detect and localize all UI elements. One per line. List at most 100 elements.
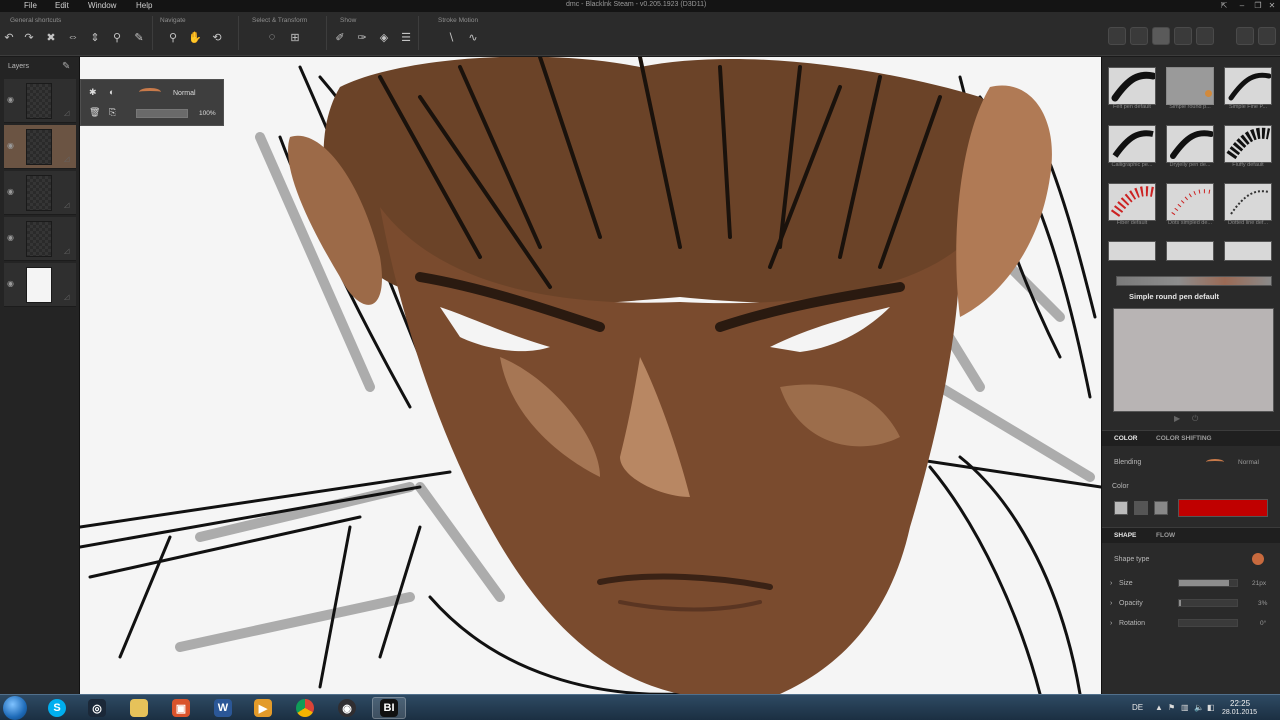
blend-toggle-icon[interactable]: ◐ <box>109 87 114 97</box>
lasso-select-icon[interactable]: ◌ <box>265 30 279 44</box>
brush-tool-icon[interactable] <box>1130 27 1148 45</box>
preset-calligraphic-pen[interactable] <box>1108 125 1156 163</box>
transform-icon[interactable]: ⊞ <box>288 30 302 44</box>
layer-options-icon[interactable]: ◿ <box>64 155 69 163</box>
media-player-icon[interactable]: ▶ <box>246 697 280 719</box>
brush-icon[interactable]: ✎ <box>132 30 146 44</box>
layer-options-icon[interactable]: ◿ <box>64 293 69 301</box>
current-color-swatch[interactable] <box>1178 499 1268 517</box>
show-layers-icon[interactable]: ◈ <box>377 30 391 44</box>
power-icon[interactable]: ⏻ <box>1192 414 1198 424</box>
tray-network-icon[interactable]: ▥ <box>1181 703 1189 712</box>
preset-partial[interactable] <box>1224 241 1272 261</box>
sparkle-icon[interactable]: ✱ <box>89 87 97 98</box>
tray-flag-icon[interactable]: ⚑ <box>1168 703 1175 712</box>
undo-icon[interactable]: ↶ <box>2 30 16 44</box>
shape-type-icon[interactable] <box>1252 553 1264 565</box>
eraser-tool-icon[interactable] <box>1236 27 1254 45</box>
merge-layer-icon[interactable]: ⎘ <box>109 107 116 118</box>
tab-flow[interactable]: FLOW <box>1156 532 1175 539</box>
preset-partial[interactable] <box>1108 241 1156 261</box>
preset-felt-pen[interactable] <box>1108 67 1156 105</box>
word-icon[interactable]: W <box>206 697 240 719</box>
color-swatch-grey[interactable] <box>1114 501 1128 515</box>
stroke-straight-icon[interactable]: ∖ <box>444 30 458 44</box>
tab-color-shifting[interactable]: COLOR SHIFTING <box>1156 435 1212 442</box>
flip-horizontal-icon[interactable]: ⇔ <box>66 30 80 44</box>
round-brush-tool-icon[interactable] <box>1152 27 1170 45</box>
opacity-expand-icon[interactable]: › <box>1110 600 1112 607</box>
preset-simple-round-pen[interactable] <box>1166 67 1214 105</box>
tab-color[interactable]: COLOR <box>1114 435 1137 442</box>
tray-app-icon[interactable]: ◧ <box>1207 703 1215 712</box>
preset-fiber[interactable] <box>1108 183 1156 221</box>
restore-window-icon[interactable]: ⇱ <box>1216 0 1232 11</box>
menu-help[interactable]: Help <box>136 1 152 10</box>
rotate-view-icon[interactable]: ⟲ <box>210 30 224 44</box>
opacity-slider-brush[interactable] <box>1178 599 1238 607</box>
steam-icon[interactable]: ◎ <box>80 697 114 719</box>
menu-file[interactable]: File <box>24 1 37 10</box>
preset-partial[interactable] <box>1166 241 1214 261</box>
smudge-tool-icon[interactable] <box>1174 27 1192 45</box>
airbrush-tool-icon[interactable] <box>1196 27 1214 45</box>
layer-row[interactable]: ◉ ◿ <box>4 171 76 215</box>
size-slider[interactable] <box>1178 579 1238 587</box>
blackink-icon[interactable]: BI <box>372 697 406 719</box>
tray-show-hidden-icon[interactable]: ▲ <box>1155 703 1163 712</box>
rotation-expand-icon[interactable]: › <box>1110 620 1112 627</box>
preset-fluffy[interactable] <box>1224 125 1272 163</box>
close-button[interactable]: ✕ <box>1264 0 1280 11</box>
layer-options-icon[interactable]: ◿ <box>64 247 69 255</box>
trash-icon[interactable]: 🗑 <box>89 107 100 118</box>
menu-edit[interactable]: Edit <box>55 1 69 10</box>
chrome-icon[interactable] <box>288 697 322 719</box>
show-brush-icon[interactable]: ✐ <box>333 30 347 44</box>
layer-options-icon[interactable]: ◿ <box>64 201 69 209</box>
obs-icon[interactable]: ◉ <box>330 697 364 719</box>
pen-tool-icon[interactable] <box>1108 27 1126 45</box>
eye-icon[interactable]: ◉ <box>7 141 14 150</box>
tab-shape[interactable]: SHAPE <box>1114 532 1136 539</box>
size-expand-icon[interactable]: › <box>1110 580 1112 587</box>
show-tool-icon[interactable]: ✑ <box>355 30 369 44</box>
preset-dryjelly-pen[interactable] <box>1166 125 1214 163</box>
opacity-slider[interactable] <box>136 109 188 118</box>
redo-icon[interactable]: ↷ <box>22 30 36 44</box>
settings-tool-icon[interactable] <box>1258 27 1276 45</box>
brush-texture-strip[interactable] <box>1116 276 1272 286</box>
layer-options-icon[interactable]: ◿ <box>64 109 69 117</box>
file-explorer-icon[interactable] <box>122 697 156 719</box>
layer-row-active[interactable]: ◉ ◿ <box>4 125 76 169</box>
blending-value[interactable]: Normal <box>1238 459 1259 466</box>
drawing-canvas[interactable] <box>80 57 1101 694</box>
skype-icon[interactable]: S <box>40 697 74 719</box>
eye-icon[interactable]: ◉ <box>7 279 14 288</box>
layer-row-background[interactable]: ◉ ◿ <box>4 263 76 307</box>
menu-window[interactable]: Window <box>88 1 116 10</box>
pan-hand-icon[interactable]: ✋ <box>188 30 202 44</box>
start-button[interactable] <box>3 696 27 720</box>
stroke-curve-icon[interactable]: ∿ <box>466 30 480 44</box>
minimize-button[interactable]: – <box>1234 0 1250 11</box>
layer-row[interactable]: ◉ ◿ <box>4 217 76 261</box>
office-icon[interactable]: ▣ <box>164 697 198 719</box>
preset-dots-simpled[interactable] <box>1166 183 1214 221</box>
preset-dotted-line[interactable] <box>1224 183 1272 221</box>
language-indicator[interactable]: DE <box>1132 703 1143 712</box>
tray-volume-icon[interactable]: 🔈 <box>1194 703 1204 712</box>
preset-simple-fine-pen[interactable] <box>1224 67 1272 105</box>
clock-time[interactable]: 22:25 <box>1230 699 1250 708</box>
eye-icon[interactable]: ◉ <box>7 187 14 196</box>
flip-vertical-icon[interactable]: ⇕ <box>88 30 102 44</box>
blend-mode-value[interactable]: Normal <box>173 90 196 97</box>
layer-row[interactable]: ◉ ◿ <box>4 79 76 123</box>
show-panels-icon[interactable]: ☰ <box>399 30 413 44</box>
rotation-slider[interactable] <box>1178 619 1238 627</box>
color-picker-icon[interactable] <box>1154 501 1168 515</box>
eye-icon[interactable]: ◉ <box>7 233 14 242</box>
add-layer-icon[interactable]: ✎ <box>62 61 70 72</box>
play-icon[interactable]: ▶ <box>1174 414 1180 423</box>
clear-icon[interactable]: ✖ <box>44 30 58 44</box>
clock-date[interactable]: 28.01.2015 <box>1222 709 1257 716</box>
